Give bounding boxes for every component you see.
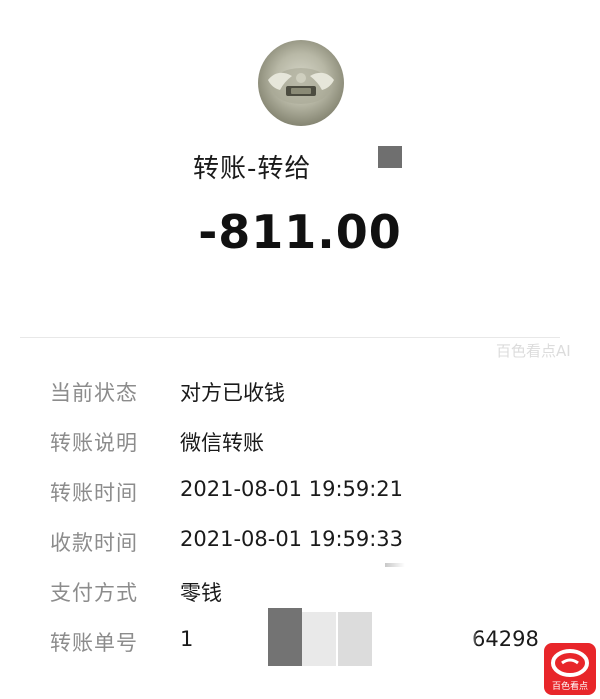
transfer-title: 转账-转给 [193, 154, 312, 184]
avatar [258, 40, 344, 126]
detail-value: 零钱 [180, 581, 222, 605]
redaction-mosaic [378, 146, 402, 168]
redaction-mosaic [268, 608, 302, 666]
redacted-recipient-name [322, 146, 348, 180]
redaction-sliver [385, 563, 405, 567]
detail-value: 对方已收钱 [180, 381, 285, 405]
swirl-logo-icon [551, 649, 589, 677]
watermark-brand-text: 百色看点 [551, 682, 588, 692]
redaction-fade-right [456, 625, 476, 653]
detail-row-receive-time: 收款时间 2021-08-01 19:59:33 [0, 527, 600, 567]
detail-label: 收款时间 [50, 531, 138, 555]
detail-label: 转账时间 [50, 481, 138, 505]
detail-row-transfer-time: 转账时间 2021-08-01 19:59:21 [0, 477, 600, 517]
detail-label: 支付方式 [50, 581, 138, 605]
redaction-fade-left [196, 625, 216, 653]
transfer-amount: -811.00 [198, 205, 402, 259]
detail-value: 1 [180, 627, 194, 651]
watermark-text: 百色看点AI [496, 342, 571, 360]
detail-value: 2021-08-01 19:59:33 [180, 527, 404, 551]
redaction-mosaic [302, 612, 336, 666]
detail-value: 微信转账 [180, 431, 264, 455]
section-divider [20, 337, 560, 338]
transfer-title-row: 转账-转给 [0, 146, 600, 186]
avatar-winged-emblem-icon [268, 68, 334, 104]
detail-label: 转账单号 [50, 631, 138, 655]
detail-row-status: 当前状态 对方已收钱 [0, 377, 600, 417]
detail-value: 2021-08-01 19:59:21 [180, 477, 404, 501]
redaction-mosaic [338, 612, 372, 666]
detail-label: 转账说明 [50, 431, 138, 455]
detail-label: 当前状态 [50, 381, 138, 405]
detail-value-tail: 64298 [472, 627, 539, 651]
watermark-logo: 百色看点 [544, 643, 596, 695]
detail-row-description: 转账说明 微信转账 [0, 427, 600, 467]
